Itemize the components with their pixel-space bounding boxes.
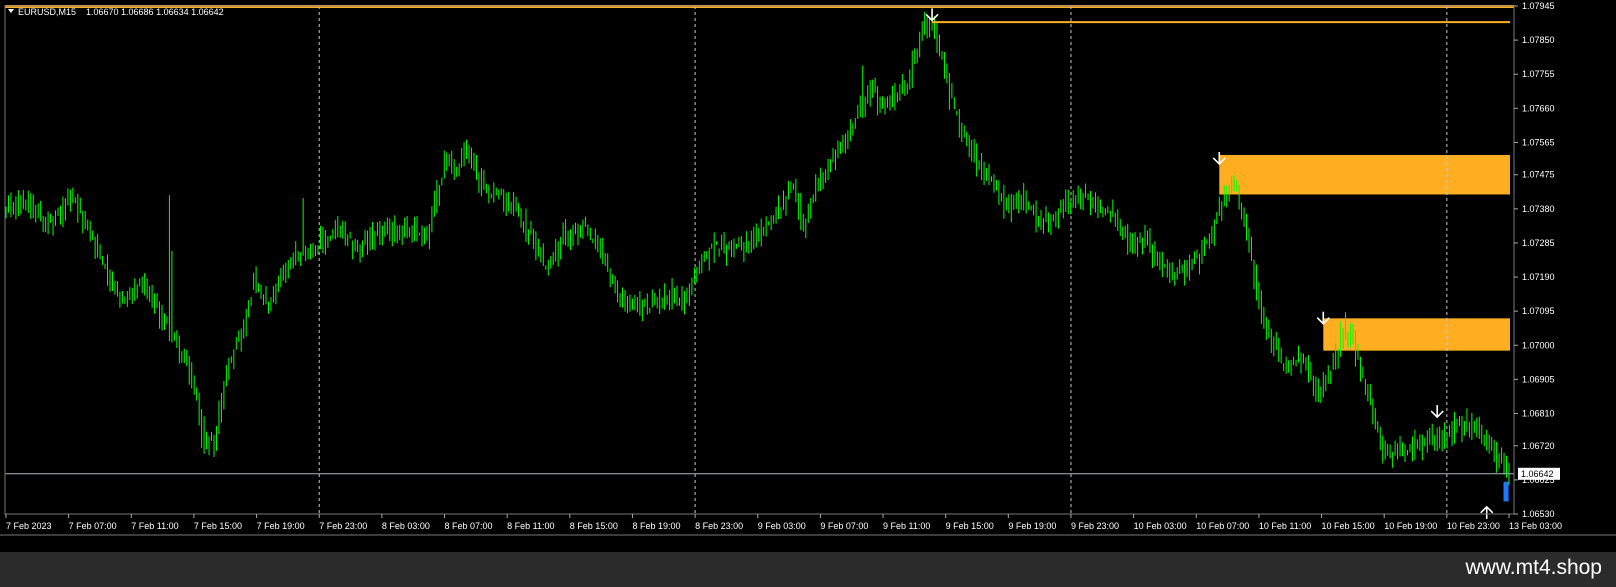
y-tick-label: 1.07285 xyxy=(1522,238,1555,248)
x-tick-label: 7 Feb 11:00 xyxy=(131,521,178,531)
x-tick-label: 7 Feb 23:00 xyxy=(319,521,367,531)
y-tick-label: 1.07095 xyxy=(1522,306,1555,316)
x-tick-label: 7 Feb 07:00 xyxy=(69,521,117,531)
x-tick-label: 9 Feb 23:00 xyxy=(1071,521,1119,531)
x-tick-label: 7 Feb 19:00 xyxy=(257,521,305,531)
y-tick-label: 1.07475 xyxy=(1522,170,1555,180)
x-tick-label: 13 Feb 03:00 xyxy=(1509,521,1562,531)
x-tick-label: 8 Feb 03:00 xyxy=(382,521,430,531)
x-tick-label: 8 Feb 19:00 xyxy=(632,521,680,531)
current-price-label: 1.06642 xyxy=(1521,469,1554,479)
y-tick-label: 1.06530 xyxy=(1522,509,1555,519)
y-tick-label: 1.07565 xyxy=(1522,137,1555,147)
x-tick-label: 10 Feb 07:00 xyxy=(1196,521,1249,531)
chart-symbol-label: EURUSD,M15 xyxy=(18,7,76,17)
x-tick-label: 7 Feb 2023 xyxy=(6,521,52,531)
x-tick-label: 8 Feb 07:00 xyxy=(445,521,493,531)
x-tick-label: 8 Feb 23:00 xyxy=(695,521,743,531)
supply-zone xyxy=(1219,154,1510,195)
y-tick-label: 1.07190 xyxy=(1522,272,1555,282)
current-bar xyxy=(1503,481,1509,502)
dropdown-triangle-icon[interactable] xyxy=(8,9,14,13)
chart-quote-label: 1.06670 1.06686 1.06634 1.06642 xyxy=(86,7,224,17)
x-tick-label: 7 Feb 15:00 xyxy=(194,521,242,531)
x-tick-label: 9 Feb 15:00 xyxy=(946,521,994,531)
site-brand: www.mt4.shop xyxy=(1465,556,1602,579)
x-tick-label: 10 Feb 15:00 xyxy=(1322,521,1375,531)
buy-arrow-icon xyxy=(1480,505,1494,519)
x-tick-label: 9 Feb 07:00 xyxy=(820,521,868,531)
plot-border xyxy=(4,5,1515,515)
y-tick-label: 1.07000 xyxy=(1522,340,1555,350)
sell-arrow-icon xyxy=(1430,405,1444,419)
y-tick-label: 1.07850 xyxy=(1522,35,1555,45)
x-tick-label: 8 Feb 15:00 xyxy=(570,521,618,531)
supply-zone xyxy=(1323,318,1510,351)
y-tick-label: 1.07755 xyxy=(1522,69,1555,79)
y-tick-label: 1.07380 xyxy=(1522,204,1555,214)
x-tick-label: 10 Feb 11:00 xyxy=(1259,521,1311,531)
y-tick-label: 1.07660 xyxy=(1522,103,1555,113)
y-tick-label: 1.06905 xyxy=(1522,374,1555,384)
sell-arrow-icon xyxy=(925,8,939,22)
x-tick-label: 10 Feb 19:00 xyxy=(1384,521,1437,531)
chart-window[interactable]: 1.07945 1.07850 1.07755 1.07660 1.07565 1.074… xyxy=(0,0,1616,552)
x-tick-label: 8 Feb 11:00 xyxy=(507,521,554,531)
x-tick-label: 10 Feb 03:00 xyxy=(1134,521,1187,531)
candlestick-chart[interactable]: 1.07945 1.07850 1.07755 1.07660 1.07565 1.074… xyxy=(0,0,1616,552)
y-tick-label: 1.07945 xyxy=(1522,1,1555,11)
x-tick-label: 9 Feb 03:00 xyxy=(758,521,806,531)
x-tick-label: 9 Feb 11:00 xyxy=(883,521,930,531)
y-tick-label: 1.06810 xyxy=(1522,408,1555,418)
y-tick-label: 1.06720 xyxy=(1522,441,1555,451)
x-tick-label: 10 Feb 23:00 xyxy=(1447,521,1500,531)
x-tick-label: 9 Feb 19:00 xyxy=(1008,521,1056,531)
